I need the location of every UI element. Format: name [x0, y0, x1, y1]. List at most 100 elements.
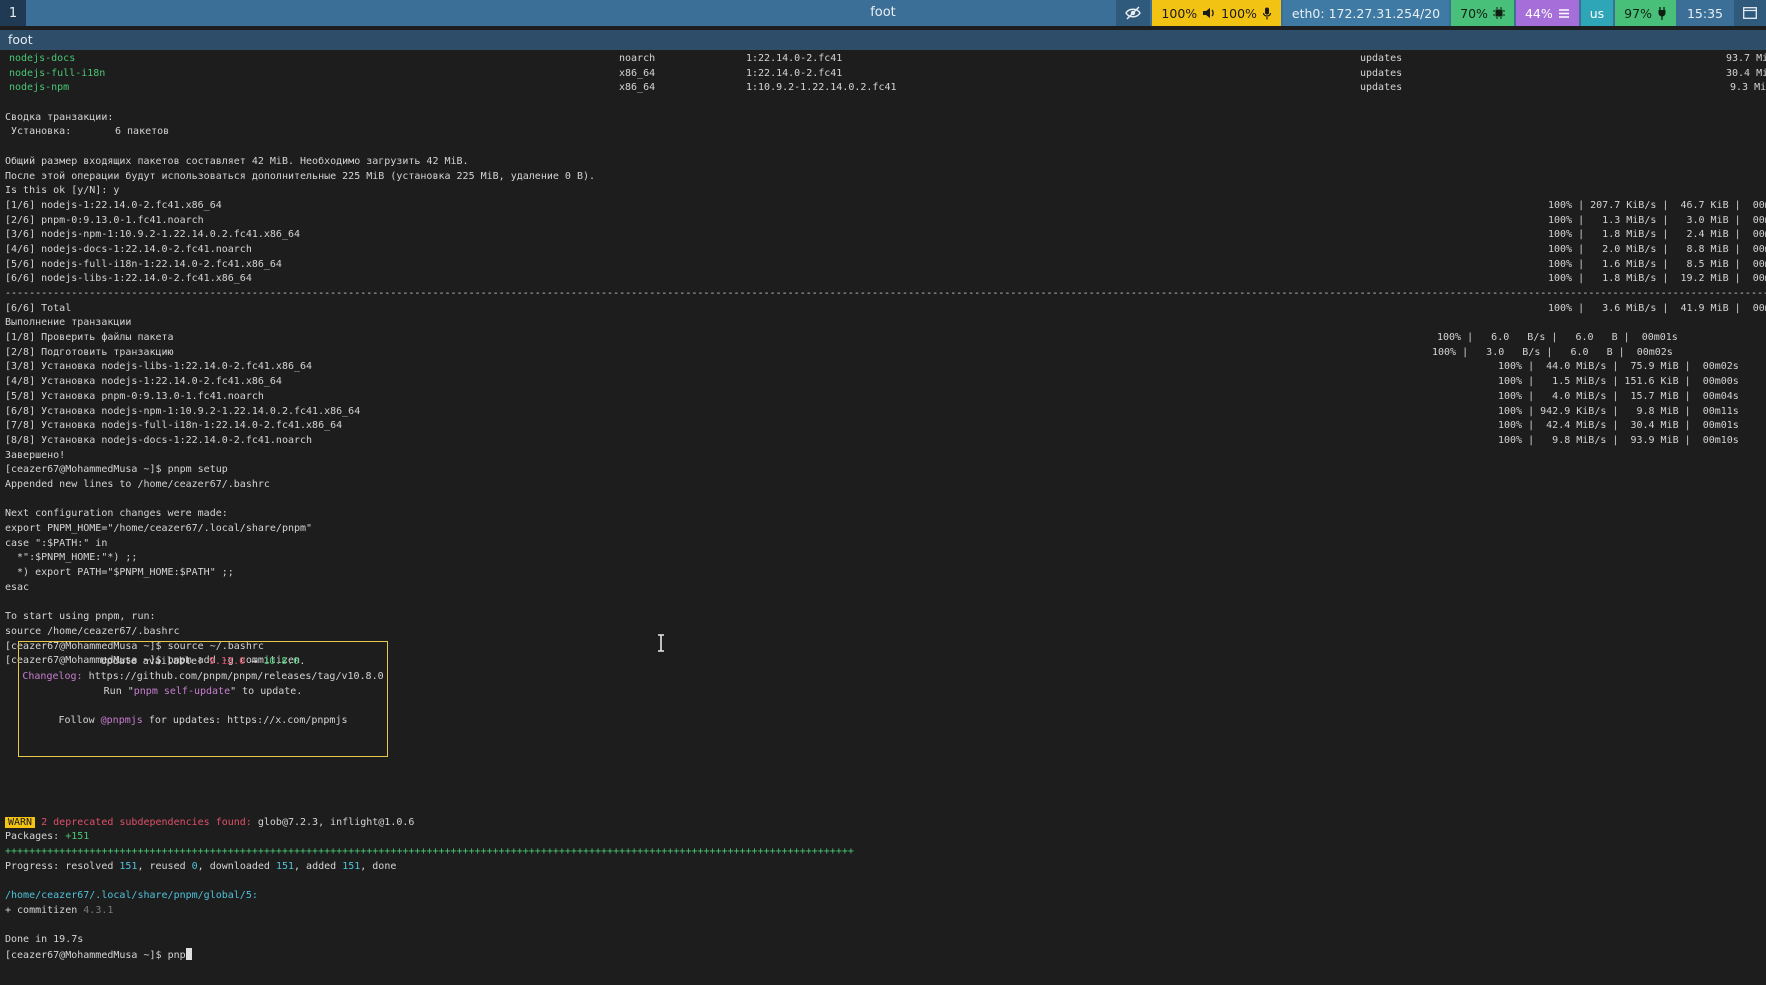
microphone-icon	[1262, 7, 1272, 19]
step-label: [5/8] Установка pnpm-0:9.13.0-1.fc41.noa…	[5, 390, 264, 402]
keyboard-layout-module[interactable]: us	[1580, 0, 1614, 26]
package-name: nodejs-full-i18n	[9, 67, 106, 79]
clock-module[interactable]: 15:35	[1677, 0, 1732, 26]
progress-line: Progress: resolved 151, reused 0, downlo…	[5, 860, 1766, 875]
update-notification-box: Update available! 9.13.0 → 10.8.0. Chang…	[18, 641, 388, 757]
list-item: [6/6] nodejs-libs-1:22.14.0-2.fc41.x86_6…	[5, 272, 1766, 287]
terminal-output[interactable]: nodejs-docs noarch 1:22.14.0-2.fc41 upda…	[5, 52, 1766, 985]
packages-count: +151	[65, 831, 90, 843]
current-input[interactable]: pnp	[168, 950, 186, 961]
window-titlebar[interactable]: foot	[0, 30, 1766, 50]
package-name: nodejs-docs	[9, 53, 76, 64]
output-line: source /home/ceazer67/.bashrc	[5, 625, 180, 637]
progress-label: Progress: resolved	[5, 860, 120, 872]
completed-line: Завершено!	[5, 449, 66, 461]
command-text: pnpm setup	[167, 464, 228, 476]
package-arch: noarch	[619, 53, 656, 64]
workspace-1-button[interactable]: 1	[0, 0, 26, 26]
progress-sep: , downloaded	[197, 860, 276, 872]
audio-module[interactable]: 100% 100%	[1152, 0, 1281, 26]
step-label: [6/8] Установка nodejs-npm-1:10.9.2-1.22…	[5, 405, 361, 417]
battery-module[interactable]: 97%	[1615, 0, 1676, 26]
follow-text: Follow	[58, 715, 101, 726]
progress-bar: ++++++++++++++++++++++++++++++++++++++++…	[5, 846, 854, 858]
table-row: nodejs-docs noarch 1:22.14.0-2.fc41 upda…	[5, 52, 1766, 67]
list-item: [4/8] Установка nodejs-1:22.14.0-2.fc41.…	[5, 375, 1766, 390]
cpu-icon	[1492, 7, 1505, 19]
step-stats: 100% | 42.4 MiB/s | 30.4 MiB | 00m01s	[1498, 420, 1739, 432]
package-repo: updates	[1360, 82, 1403, 94]
idle-inhibitor-module[interactable]	[1116, 0, 1151, 26]
eye-off-icon	[1125, 6, 1142, 20]
self-update-command: pnpm self-update	[133, 686, 231, 697]
download-stats: 100% | 2.0 MiB/s | 8.8 MiB | 00m04s	[1548, 243, 1766, 255]
output-line: Appended new lines to /home/ceazer67/.ba…	[5, 478, 270, 490]
package-table: nodejs-docs noarch 1:22.14.0-2.fc41 upda…	[5, 52, 1766, 96]
step-label: [4/8] Установка nodejs-1:22.14.0-2.fc41.…	[5, 376, 282, 388]
twitter-handle: @pnpmjs	[100, 715, 143, 726]
download-label: [1/6] nodejs-1:22.14.0-2.fc41.x86_64	[5, 199, 222, 211]
progress-sep: , done	[360, 860, 397, 872]
confirm-line: Is this ok [y/N]: y	[5, 185, 120, 197]
mic-value: 100%	[1221, 5, 1257, 21]
run-text: Run "	[103, 686, 134, 697]
package-version: 1:22.14.0-2.fc41	[746, 67, 843, 79]
changelog-label: Changelog:	[22, 671, 83, 682]
battery-value: 97%	[1624, 5, 1652, 21]
package-size: 93.7 MiB	[1726, 53, 1766, 64]
output-line: *) export PATH="$PNPM_HOME:$PATH" ;;	[5, 567, 234, 579]
step-label: [3/8] Установка nodejs-libs-1:22.14.0-2.…	[5, 361, 313, 373]
list-item: [3/8] Установка nodejs-libs-1:22.14.0-2.…	[5, 360, 1766, 375]
text-cursor	[185, 947, 192, 960]
output-line: esac	[5, 581, 30, 593]
window-icon	[1743, 7, 1757, 19]
status-modules: 100% 100% eth0: 172.27.31.254/20 70% 44%…	[1114, 0, 1766, 26]
package-repo: updates	[1360, 67, 1403, 79]
added-count: 151	[342, 860, 361, 872]
tray-module[interactable]	[1734, 0, 1766, 26]
package-arch: x86_64	[619, 82, 656, 94]
total-label: [6/6] Total	[5, 302, 72, 314]
step-label: [2/8] Подготовить транзакцию	[5, 346, 174, 358]
output-line: To start using pnpm, run:	[5, 611, 156, 623]
step-stats: 100% | 3.0 B/s | 6.0 B | 00m02s	[1432, 346, 1673, 358]
memory-icon	[1558, 8, 1569, 18]
download-stats: 100% | 1.8 MiB/s | 19.2 MiB | 00m11s	[1548, 273, 1766, 285]
installed-name: + commitizen	[5, 904, 84, 916]
package-size: 30.4 MiB	[1726, 67, 1766, 79]
output-line: Next configuration changes were made:	[5, 508, 228, 520]
changelog-line: Changelog: https://github.com/pnpm/pnpm/…	[19, 671, 387, 682]
volume-value: 100%	[1161, 5, 1198, 21]
step-label: [8/8] Установка nodejs-docs-1:22.14.0-2.…	[5, 434, 313, 446]
follow-url[interactable]: for updates: https://x.com/pnpmjs	[143, 715, 348, 726]
active-command-line[interactable]: [ceazer67@MohammedMusa ~]$ pnp	[5, 947, 1766, 963]
cpu-module[interactable]: 70%	[1451, 0, 1514, 26]
download-list: [1/6] nodejs-1:22.14.0-2.fc41.x86_64 100%…	[5, 199, 1766, 287]
download-label: [2/6] pnpm-0:9.13.0-1.fc41.noarch	[5, 214, 204, 226]
step-stats: 100% | 9.8 MiB/s | 93.9 MiB | 00m10s	[1498, 434, 1739, 446]
shell-prompt: [ceazer67@MohammedMusa ~]$	[5, 949, 168, 961]
resolved-count: 151	[119, 860, 138, 872]
table-row: nodejs-full-i18n x86_64 1:22.14.0-2.fc41…	[5, 67, 1766, 82]
list-item: [5/6] nodejs-full-i18n-1:22.14.0-2.fc41.…	[5, 258, 1766, 273]
list-item: [8/8] Установка nodejs-docs-1:22.14.0-2.…	[5, 434, 1766, 449]
cpu-value: 70%	[1460, 5, 1488, 21]
command-line: [ceazer67@MohammedMusa ~]$ pnpm setup	[5, 463, 1766, 478]
list-item: [2/8] Подготовить транзакцию 100% | 3.0 B…	[5, 346, 1766, 361]
period: .	[299, 656, 306, 667]
total-stats: 100% | 3.6 MiB/s | 41.9 MiB | 00m12s	[1548, 302, 1766, 314]
package-version: 1:10.9.2-1.22.14.0.2.fc41	[746, 82, 897, 94]
list-item: [4/6] nodejs-docs-1:22.14.0-2.fc41.noarc…	[5, 243, 1766, 258]
changelog-url[interactable]: https://github.com/pnpm/pnpm/releases/ta…	[83, 671, 384, 682]
memory-module[interactable]: 44%	[1515, 0, 1579, 26]
old-version: 9.13.0	[209, 656, 246, 667]
package-name: nodejs-npm	[9, 82, 70, 94]
output-line: case ":$PATH:" in	[5, 537, 108, 549]
transaction-steps: [1/8] Проверить файлы пакета 100% | 6.0 B…	[5, 331, 1766, 449]
network-module[interactable]: eth0: 172.27.31.254/20	[1282, 0, 1450, 26]
step-label: [7/8] Установка nodejs-full-i18n-1:22.14…	[5, 420, 343, 432]
summary-header: Сводка транзакции:	[5, 111, 114, 123]
progress-sep: , reused	[137, 860, 192, 872]
list-item: [6/8] Установка nodejs-npm-1:10.9.2-1.22…	[5, 405, 1766, 420]
downloaded-count: 151	[275, 860, 295, 872]
